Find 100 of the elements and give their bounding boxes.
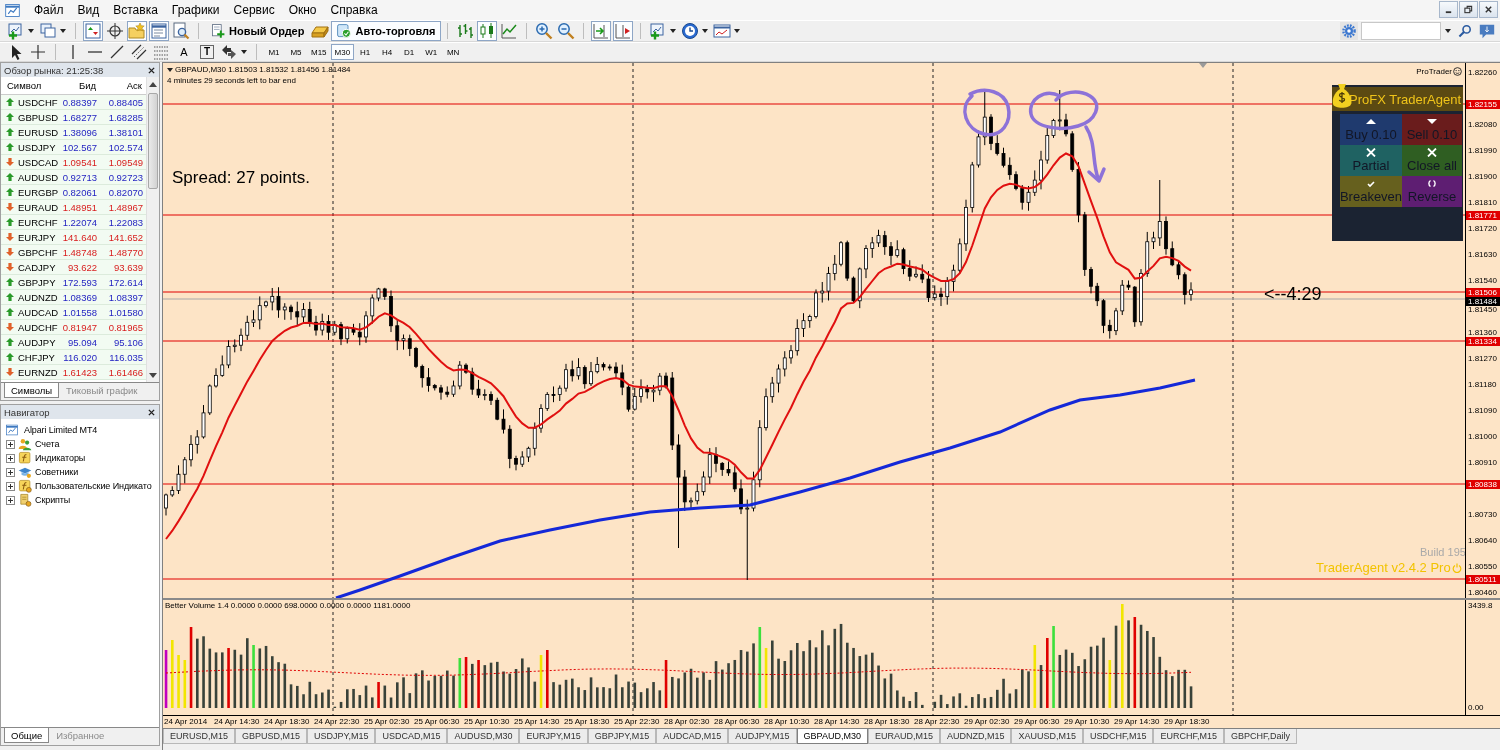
table-row[interactable]: GBPUSD 1.68277 1.68285: [1, 110, 146, 125]
label-tool-button[interactable]: T: [200, 45, 214, 59]
table-row[interactable]: AUDJPY 95.094 95.106: [1, 335, 146, 350]
expand-icon[interactable]: [6, 467, 15, 477]
line-chart-icon[interactable]: [498, 21, 519, 41]
menu-item[interactable]: Графики: [164, 1, 227, 19]
shift-marker-icon[interactable]: [1199, 63, 1207, 68]
tree-item[interactable]: Скрипты: [35, 495, 71, 505]
chart-tab[interactable]: USDJPY,M15: [307, 729, 376, 744]
caret-icon[interactable]: [1445, 29, 1451, 33]
expand-icon[interactable]: [6, 439, 15, 449]
chart-tab[interactable]: USDCAD,M15: [375, 729, 448, 744]
chart-tab[interactable]: AUDUSD,M30: [447, 729, 520, 744]
close-button[interactable]: [1479, 1, 1498, 18]
tree-item[interactable]: Пользовательские Индикато: [35, 481, 152, 491]
chart-tab[interactable]: GBPJPY,M15: [587, 729, 657, 744]
caret-icon[interactable]: [701, 29, 708, 33]
new-order-button[interactable]: Новый Ордер: [205, 21, 310, 41]
caret-icon[interactable]: [28, 29, 34, 33]
table-row[interactable]: EURAUD 1.48951 1.48967: [1, 200, 146, 215]
menu-item[interactable]: Сервис: [226, 1, 282, 19]
table-row[interactable]: AUDCAD 1.01558 1.01580: [1, 305, 146, 320]
table-row[interactable]: USDCHF 0.88397 0.88405: [1, 95, 146, 110]
axis-arrow-icon[interactable]: [590, 21, 611, 41]
search-field[interactable]: [1361, 22, 1441, 40]
chart-tab[interactable]: AUDNZD,M15: [939, 729, 1012, 744]
table-row[interactable]: GBPCHF 1.48748 1.48770: [1, 245, 146, 260]
table-row[interactable]: USDJPY 102.567 102.574: [1, 140, 146, 155]
column-header[interactable]: Бид: [59, 80, 100, 91]
caret-icon[interactable]: [60, 29, 66, 33]
timeframe-button[interactable]: MN: [442, 44, 465, 60]
search-icon[interactable]: [1457, 23, 1473, 39]
table-row[interactable]: EURGBP 0.82061 0.82070: [1, 185, 146, 200]
tree-item[interactable]: Советники: [35, 467, 79, 477]
minimize-button[interactable]: [1439, 1, 1458, 18]
menu-item[interactable]: Вид: [70, 1, 107, 19]
magnifier-document-icon[interactable]: [171, 21, 191, 41]
template-window-icon[interactable]: [711, 21, 732, 41]
chart-tab[interactable]: GBPUSD,M15: [235, 729, 308, 744]
scroll-down-icon[interactable]: [149, 373, 157, 378]
caret-icon[interactable]: [167, 68, 173, 72]
window-list-icon[interactable]: [149, 21, 169, 41]
chart-tab[interactable]: XAUUSD,M15: [1011, 729, 1083, 744]
close-icon[interactable]: [148, 408, 155, 416]
app-icon[interactable]: [4, 1, 21, 19]
timeframe-button[interactable]: M5: [285, 44, 307, 60]
table-row[interactable]: EURJPY 141.640 141.652: [1, 230, 146, 245]
scroll-up-icon[interactable]: [149, 82, 157, 87]
chart-tab[interactable]: EURJPY,M15: [519, 729, 588, 744]
caret-icon[interactable]: [241, 50, 247, 54]
table-row[interactable]: EURUSD 1.38096 1.38101: [1, 125, 146, 140]
window-arrows-icon[interactable]: [83, 21, 103, 41]
expand-icon[interactable]: [6, 495, 15, 505]
chart-tab[interactable]: USDCHF,M15: [1082, 729, 1154, 744]
table-row[interactable]: AUDUSD 0.92713 0.92723: [1, 170, 146, 185]
caret-icon[interactable]: [669, 29, 676, 33]
menu-item[interactable]: Окно: [281, 1, 324, 19]
crosshair-icon[interactable]: [28, 42, 48, 62]
chart-tab[interactable]: AUDJPY,M15: [728, 729, 797, 744]
chart-tab[interactable]: AUDCAD,M15: [656, 729, 729, 744]
menu-item[interactable]: Справка: [323, 1, 385, 19]
zoom-out-icon[interactable]: [555, 21, 576, 41]
timeframe-button[interactable]: H4: [376, 44, 399, 60]
restore-button[interactable]: [1459, 1, 1478, 18]
parallel-lines-icon[interactable]: [129, 42, 149, 62]
crosshair-circle-icon[interactable]: [105, 21, 125, 41]
timeframe-button[interactable]: W1: [420, 44, 443, 60]
axis-marker-icon[interactable]: [612, 21, 633, 41]
column-header[interactable]: Символ: [1, 80, 59, 91]
candlestick-icon[interactable]: [476, 21, 497, 41]
table-row[interactable]: CHFJPY 116.020 116.035: [1, 350, 146, 365]
timeframe-button[interactable]: D1: [398, 44, 421, 60]
chart-tab[interactable]: EURAUD,M15: [867, 729, 940, 744]
timeframe-button[interactable]: H1: [354, 44, 377, 60]
caret-icon[interactable]: [733, 29, 740, 33]
panel-tab[interactable]: Символы: [4, 383, 60, 398]
tree-item[interactable]: Alpari Limited MT4: [24, 425, 98, 435]
menu-item[interactable]: Файл: [27, 1, 71, 19]
chart-tab[interactable]: EURUSD,M15: [163, 729, 235, 744]
chart-tab[interactable]: EURCHF,M15: [1153, 729, 1224, 744]
timeframe-button[interactable]: M1: [263, 44, 285, 60]
table-row[interactable]: EURCHF 1.22074 1.22083: [1, 215, 146, 230]
table-row[interactable]: AUDCHF 0.81947 0.81965: [1, 320, 146, 335]
column-header[interactable]: Аск: [100, 80, 146, 91]
expand-icon[interactable]: [6, 481, 15, 491]
auto-trading-button[interactable]: Авто-торговля: [331, 21, 441, 41]
settings-icon[interactable]: [1341, 23, 1357, 39]
tree-item[interactable]: Индикаторы: [35, 453, 86, 463]
table-row[interactable]: USDCAD 1.09541 1.09549: [1, 155, 146, 170]
timeframe-button[interactable]: M15: [307, 44, 331, 60]
table-row[interactable]: EURNZD 1.61423 1.61466: [1, 365, 146, 380]
menu-item[interactable]: Вставка: [106, 1, 165, 19]
scrollbar-thumb[interactable]: [148, 93, 158, 189]
zoom-in-icon[interactable]: [533, 21, 554, 41]
expand-icon[interactable]: [6, 453, 15, 463]
timeframe-button[interactable]: M30: [330, 44, 355, 60]
table-row[interactable]: CADJPY 93.622 93.639: [1, 260, 146, 275]
chart-tab[interactable]: GBPAUD,M30: [796, 729, 868, 744]
panel-tab[interactable]: Общие: [4, 728, 50, 743]
chart-tab[interactable]: GBPCHF,Daily: [1224, 729, 1297, 744]
